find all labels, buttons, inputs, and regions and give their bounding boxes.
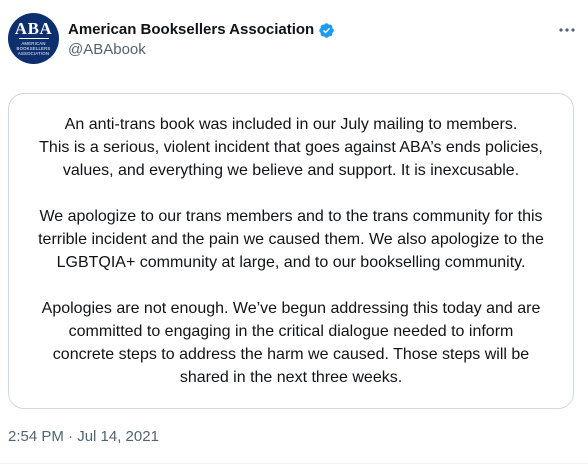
tweet-timestamp[interactable]: 2:54 PM · Jul 14, 2021 (8, 428, 159, 446)
statement-line: Apologies are not enough. We’ve begun ad… (41, 300, 541, 317)
statement-paragraph-1: An anti-trans book was included in our J… (27, 113, 555, 182)
statement-line: We apologize to our trans members and to… (39, 208, 543, 225)
statement-line: terrible incident and the pain we caused… (38, 231, 544, 248)
avatar[interactable]: ABA AMERICAN BOOKSELLERS ASSOCIATION (8, 13, 59, 64)
statement-line: shared in the next three weeks. (179, 369, 403, 386)
avatar-logo: ABA (14, 19, 53, 38)
statement-line: committed to engaging in the critical di… (68, 323, 514, 340)
statement-line: values, and everything we believe and su… (62, 162, 520, 179)
author-handle[interactable]: @ABAbook (68, 41, 146, 59)
avatar-rule (18, 38, 49, 39)
statement-line: This is a serious, violent incident that… (39, 139, 543, 156)
statement-line: An anti-trans book was included in our J… (64, 116, 518, 133)
statement-line: LGBTQIA+ community at large, and to our … (56, 254, 526, 271)
avatar-logo-subtitle: AMERICAN BOOKSELLERS ASSOCIATION (16, 41, 51, 56)
divider (0, 463, 588, 464)
more-horizontal-icon[interactable] (557, 22, 577, 38)
more-dots-icon (559, 28, 575, 32)
statement-line: concrete steps to address the harm we ca… (52, 346, 530, 363)
statement-paragraph-3: Apologies are not enough. We’ve begun ad… (27, 297, 555, 389)
statement-image[interactable]: An anti-trans book was included in our J… (8, 93, 574, 409)
author-name-row[interactable]: American Booksellers Association (68, 21, 335, 39)
statement-paragraph-2: We apologize to our trans members and to… (27, 205, 555, 274)
author-display-name[interactable]: American Booksellers Association (68, 21, 314, 39)
tweet-header: ABA AMERICAN BOOKSELLERS ASSOCIATION Ame… (0, 0, 588, 90)
verified-badge-icon (319, 22, 334, 38)
